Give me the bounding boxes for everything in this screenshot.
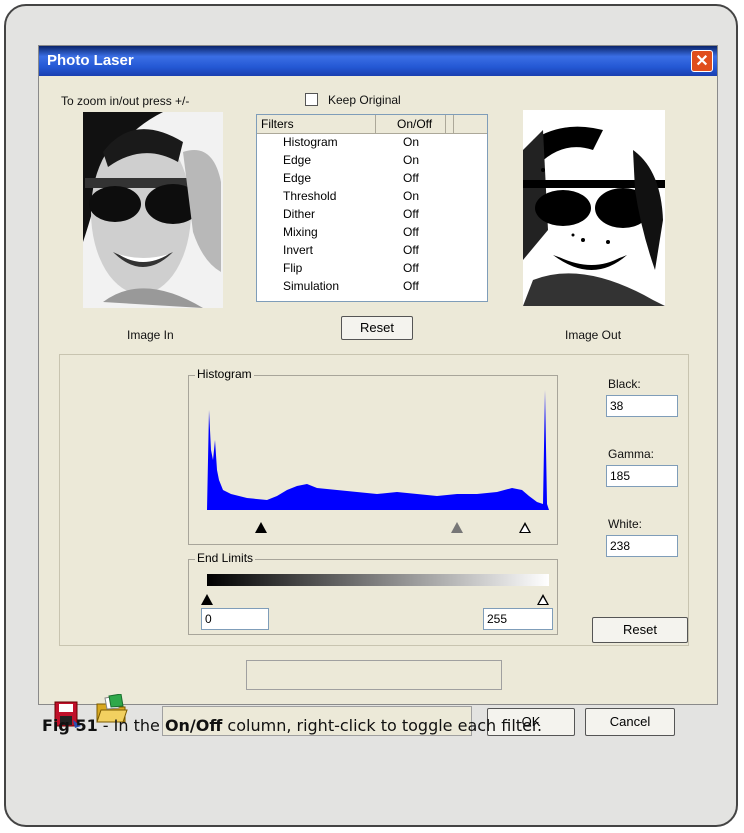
filters-reset-button[interactable]: Reset [341, 316, 413, 340]
figure-number: Fig 51 [42, 716, 98, 735]
filter-state-toggle[interactable]: Off [403, 243, 419, 257]
filter-row[interactable]: Flip Off [257, 260, 487, 278]
filter-state-toggle[interactable]: Off [403, 225, 419, 239]
filter-row[interactable]: Mixing Off [257, 224, 487, 242]
black-field[interactable]: 38 [606, 395, 678, 417]
photo-laser-dialog: Photo Laser ✕ To zoom in/out press +/- K… [38, 45, 718, 736]
close-icon: ✕ [695, 53, 709, 70]
filter-name: Histogram [283, 135, 338, 149]
title-bar: Photo Laser ✕ [39, 46, 717, 76]
filter-name: Invert [283, 243, 314, 257]
levels-panel: Histogram End Limits 0 255 Black: 38 Gam… [59, 354, 689, 646]
filter-row[interactable]: Edge On [257, 152, 487, 170]
histogram-chart [207, 390, 549, 510]
portrait-photo [83, 112, 223, 308]
filter-state-toggle[interactable]: Off [403, 279, 419, 293]
filters-column-header[interactable]: Filters [261, 117, 294, 131]
white-field[interactable]: 238 [606, 535, 678, 557]
end-limits-group-label: End Limits [195, 551, 256, 565]
end-min-slider[interactable] [201, 594, 213, 605]
filter-row[interactable]: Threshold On [257, 188, 487, 206]
end-min-field[interactable]: 0 [201, 608, 269, 630]
white-point-slider[interactable] [519, 522, 531, 533]
window-title: Photo Laser [47, 52, 134, 69]
filter-name: Dither [283, 207, 316, 221]
image-out-label: Image Out [565, 328, 622, 342]
close-button[interactable]: ✕ [691, 50, 713, 72]
filter-state-toggle[interactable]: Off [403, 207, 419, 221]
filter-state-toggle[interactable]: Off [403, 171, 419, 185]
filter-row[interactable]: Invert Off [257, 242, 487, 260]
white-label: White: [608, 517, 643, 531]
histogram-area [207, 390, 549, 510]
histogram-group-label: Histogram [195, 367, 254, 381]
gamma-label: Gamma: [608, 447, 655, 461]
histogram-group: Histogram [188, 367, 558, 545]
filters-header: Filters On/Off [257, 115, 487, 134]
filter-state-toggle[interactable]: On [403, 135, 419, 149]
levels-reset-button[interactable]: Reset [592, 617, 688, 643]
gamma-slider[interactable] [451, 522, 463, 533]
caption-text-1: - In the [97, 716, 165, 735]
filter-name: Flip [283, 261, 303, 275]
progress-box [246, 660, 502, 690]
processed-photo [523, 110, 665, 306]
filters-list[interactable]: Filters On/Off Histogram On Edge On Edge Off T… [256, 114, 488, 302]
filter-state-toggle[interactable]: On [403, 153, 419, 167]
gamma-field[interactable]: 185 [606, 465, 678, 487]
keep-original-label: Keep Original [328, 93, 401, 107]
cancel-button[interactable]: Cancel [585, 708, 675, 736]
black-point-slider[interactable] [255, 522, 267, 533]
end-max-field[interactable]: 255 [483, 608, 553, 630]
image-in-preview[interactable] [83, 112, 223, 308]
filter-row[interactable]: Simulation Off [257, 278, 487, 296]
image-in-label: Image In [127, 328, 174, 342]
filter-row[interactable]: Histogram On [257, 134, 487, 152]
caption-text-2: column, right-click to toggle each filte… [222, 716, 543, 735]
image-out-preview[interactable] [523, 110, 665, 306]
filter-name: Threshold [283, 189, 337, 203]
caption-bold: On/Off [164, 716, 223, 735]
zoom-hint: To zoom in/out press +/- [61, 94, 190, 108]
onoff-column-header[interactable]: On/Off [397, 117, 432, 131]
filter-state-toggle[interactable]: On [403, 189, 419, 203]
keep-original-checkbox[interactable] [305, 93, 318, 106]
filter-name: Simulation [283, 279, 340, 293]
black-label: Black: [608, 377, 641, 391]
filter-row[interactable]: Edge Off [257, 170, 487, 188]
filter-name: Edge [283, 153, 312, 167]
filter-state-toggle[interactable]: Off [403, 261, 419, 275]
filter-name: Mixing [283, 225, 318, 239]
figure-caption: Fig 51 - In the On/Off column, right-cli… [42, 716, 542, 735]
filter-row[interactable]: Dither Off [257, 206, 487, 224]
filter-name: Edge [283, 171, 312, 185]
end-max-slider[interactable] [537, 594, 549, 605]
end-limits-group: End Limits 0 255 [188, 551, 558, 635]
end-limits-gradient [207, 574, 549, 586]
